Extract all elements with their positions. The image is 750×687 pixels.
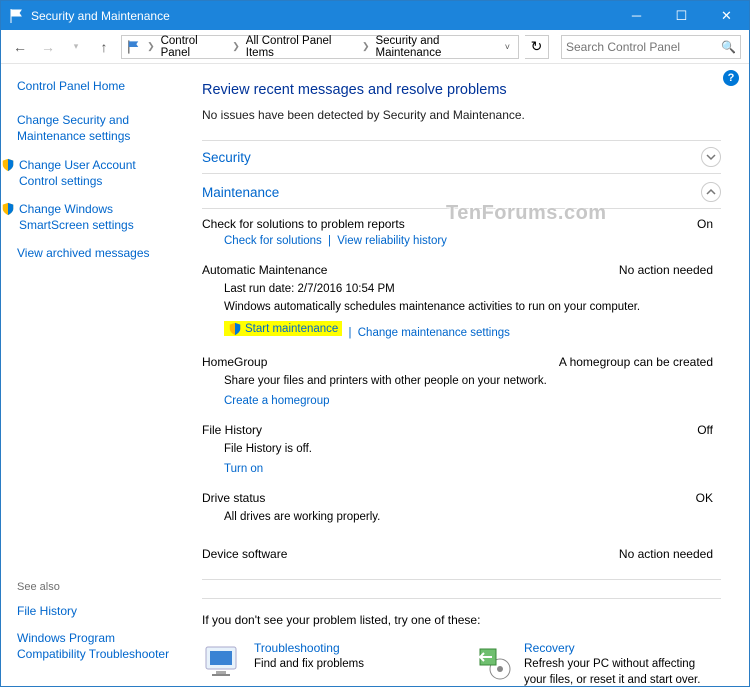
troubleshooting-card[interactable]: Troubleshooting Find and fix problems — [202, 641, 442, 686]
nav-up-button[interactable]: ↑ — [93, 39, 115, 55]
address-dropdown-icon[interactable]: ˅ — [505, 42, 514, 52]
section-header-security[interactable]: Security — [202, 140, 721, 174]
nav-recent-dropdown[interactable]: ▾ — [65, 36, 87, 58]
see-also-file-history[interactable]: File History — [17, 603, 177, 619]
footer-area: If you don't see your problem listed, tr… — [202, 598, 721, 686]
check-solutions-link[interactable]: Check for solutions — [224, 235, 322, 247]
search-icon: 🔍 — [721, 40, 736, 54]
chevron-right-icon: ❯ — [358, 41, 374, 52]
see-also-compat-troubleshooter[interactable]: Windows Program Compatibility Troublesho… — [17, 630, 177, 662]
item-title: Check for solutions to problem reports — [202, 217, 405, 231]
help-button[interactable]: ? — [723, 70, 739, 86]
breadcrumb-item[interactable]: Security and Maintenance — [375, 35, 500, 59]
chevron-right-icon: ❯ — [143, 41, 159, 52]
item-description: Share your files and printers with other… — [224, 373, 721, 389]
breadcrumb-item[interactable]: Control Panel — [161, 35, 227, 59]
item-description: Windows automatically schedules maintena… — [224, 299, 721, 315]
item-homegroup: HomeGroup A homegroup can be created Sha… — [202, 347, 721, 415]
last-run-text: Last run date: 2/7/2016 10:54 PM — [224, 281, 721, 297]
close-button[interactable]: ✕ — [704, 1, 749, 30]
item-title: Device software — [202, 547, 287, 561]
flag-icon — [9, 8, 25, 24]
main-panel: ? Review recent messages and resolve pro… — [186, 64, 749, 686]
card-title: Recovery — [524, 641, 712, 655]
shield-icon — [1, 202, 15, 216]
section-name: Security — [202, 150, 701, 165]
chevron-right-icon: ❯ — [228, 41, 244, 52]
item-title: File History — [202, 423, 262, 437]
chevron-down-icon[interactable] — [701, 147, 721, 167]
item-solutions: Check for solutions to problem reports O… — [202, 209, 721, 255]
sidebar-link-archived-messages[interactable]: View archived messages — [17, 245, 176, 261]
item-title: Drive status — [202, 491, 265, 505]
sidebar-link-smartscreen-settings[interactable]: Change Windows SmartScreen settings — [19, 201, 176, 233]
item-drive-status: Drive status OK All drives are working p… — [202, 483, 721, 539]
item-title: HomeGroup — [202, 355, 267, 369]
sidebar-home-link[interactable]: Control Panel Home — [17, 78, 176, 94]
link-separator: | — [325, 235, 334, 247]
item-description: All drives are working properly. — [224, 509, 721, 525]
search-input[interactable] — [566, 40, 721, 54]
search-box[interactable]: 🔍 — [561, 35, 741, 59]
flag-icon — [126, 39, 141, 55]
sidebar-link-uac-settings[interactable]: Change User Account Control settings — [19, 157, 176, 189]
item-status: OK — [696, 491, 721, 505]
page-subtitle: No issues have been detected by Security… — [202, 108, 721, 122]
shield-icon — [228, 322, 242, 336]
refresh-button[interactable]: ↻ — [525, 35, 549, 59]
card-description: Find and fix problems — [254, 657, 364, 673]
item-status: A homegroup can be created — [559, 355, 721, 369]
item-status: On — [697, 217, 721, 231]
item-description: File History is off. — [224, 441, 721, 457]
reliability-history-link[interactable]: View reliability history — [337, 235, 447, 247]
sidebar: Control Panel Home Change Security and M… — [1, 64, 186, 686]
chevron-up-icon[interactable] — [701, 182, 721, 202]
item-status: Off — [697, 423, 721, 437]
item-title: Automatic Maintenance — [202, 263, 327, 277]
nav-back-button[interactable]: ← — [9, 36, 31, 58]
breadcrumb-item[interactable]: All Control Panel Items — [246, 35, 356, 59]
item-status: No action needed — [619, 547, 721, 561]
start-maintenance-highlight: Start maintenance — [224, 321, 342, 336]
item-device-software: Device software No action needed — [202, 539, 721, 580]
section-header-maintenance[interactable]: Maintenance — [202, 176, 721, 209]
card-description: Refresh your PC without affecting your f… — [524, 657, 712, 686]
card-title: Troubleshooting — [254, 641, 364, 655]
minimize-button[interactable]: ─ — [614, 1, 659, 30]
shield-icon — [1, 158, 15, 172]
change-maintenance-settings-link[interactable]: Change maintenance settings — [358, 327, 510, 339]
recovery-card[interactable]: Recovery Refresh your PC without affecti… — [472, 641, 712, 686]
start-maintenance-link[interactable]: Start maintenance — [245, 323, 338, 335]
troubleshooting-icon — [202, 641, 244, 683]
address-breadcrumb[interactable]: ❯ Control Panel ❯ All Control Panel Item… — [121, 35, 519, 59]
maximize-button[interactable]: ☐ — [659, 1, 704, 30]
item-auto-maintenance: Automatic Maintenance No action needed L… — [202, 255, 721, 347]
create-homegroup-link[interactable]: Create a homegroup — [224, 395, 329, 407]
nav-toolbar: ← → ▾ ↑ ❯ Control Panel ❯ All Control Pa… — [1, 30, 749, 64]
window-titlebar: Security and Maintenance ─ ☐ ✕ — [1, 1, 749, 30]
item-status: No action needed — [619, 263, 721, 277]
turn-on-file-history-link[interactable]: Turn on — [224, 463, 263, 475]
sidebar-link-security-maint-settings[interactable]: Change Security and Maintenance settings — [17, 112, 176, 144]
see-also-section: See also File History Windows Program Co… — [17, 581, 177, 672]
recovery-icon — [472, 641, 514, 683]
nav-forward-button[interactable]: → — [37, 36, 59, 58]
see-also-header: See also — [17, 581, 177, 593]
link-separator: | — [346, 327, 355, 339]
footer-hint: If you don't see your problem listed, tr… — [202, 613, 721, 627]
item-file-history: File History Off File History is off. Tu… — [202, 415, 721, 483]
section-name: Maintenance — [202, 185, 701, 200]
page-title: Review recent messages and resolve probl… — [202, 82, 721, 98]
window-title: Security and Maintenance — [31, 9, 614, 23]
